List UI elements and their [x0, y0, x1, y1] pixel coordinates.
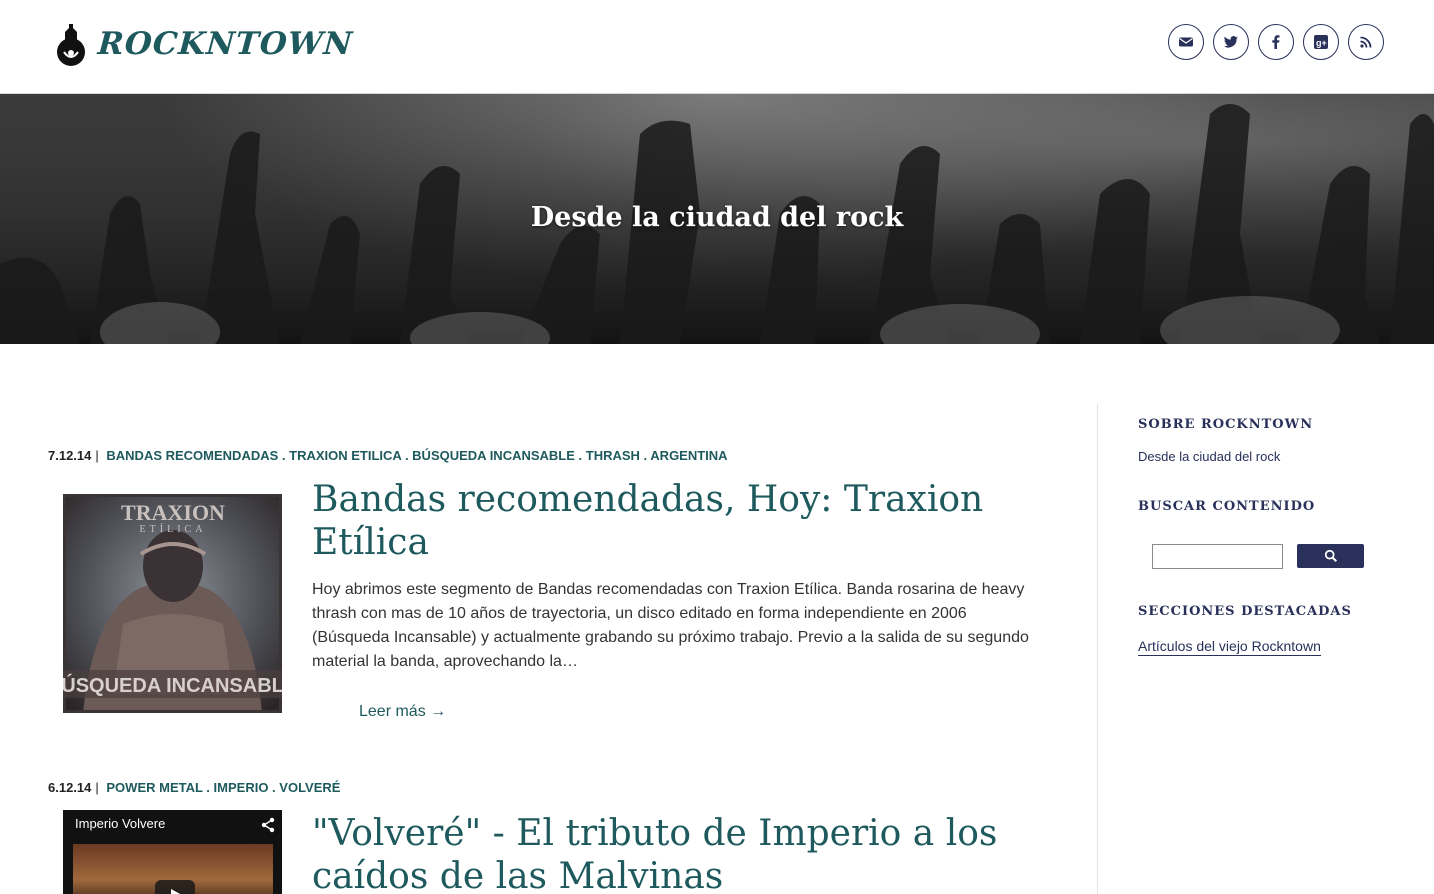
site-header: ROCKNTOWN g+: [0, 0, 1434, 94]
about-widget-title: SOBRE ROCKNTOWN: [1138, 417, 1314, 432]
play-icon[interactable]: [155, 880, 195, 894]
video-embed[interactable]: Imperio Volvere: [63, 810, 282, 894]
search-input[interactable]: [1152, 544, 1283, 569]
album-cover-image: TRAXION ETÍLICA BÚSQUEDA INCANSABLE: [63, 494, 282, 713]
share-icon[interactable]: [260, 817, 276, 833]
rss-icon: [1360, 36, 1372, 48]
mail-icon: [1179, 37, 1193, 47]
meta-separator: |: [95, 448, 99, 463]
album-subtitle-text: ETÍLICA: [140, 523, 207, 535]
post-date: 7.12.14: [48, 448, 92, 463]
about-widget-text: Desde la ciudad del rock: [1138, 449, 1281, 464]
search-icon: [1324, 549, 1337, 562]
facebook-link[interactable]: [1258, 24, 1294, 60]
album-bottom-text: BÚSQUEDA INCANSABLE: [63, 673, 282, 697]
video-title: Imperio Volvere: [75, 816, 166, 831]
tag-link[interactable]: IMPERIO: [214, 780, 269, 795]
tag-link[interactable]: TRAXION ETILICA: [289, 448, 401, 463]
album-title-text: TRAXION: [121, 500, 225, 525]
tag-link[interactable]: POWER METAL: [106, 780, 202, 795]
site-logo[interactable]: ROCKNTOWN: [52, 22, 355, 66]
post-date: 6.12.14: [48, 780, 92, 795]
social-links: g+: [1168, 24, 1384, 60]
search-widget-title: BUSCAR CONTENIDO: [1138, 499, 1316, 514]
post-excerpt: Hoy abrimos este segmento de Bandas reco…: [312, 581, 1029, 670]
tag-link[interactable]: ARGENTINA: [650, 448, 727, 463]
sidebar-divider: [1097, 404, 1098, 894]
post-title[interactable]: Bandas recomendadas, Hoy: Traxion Etílic…: [312, 478, 1032, 564]
post-thumbnail[interactable]: TRAXION ETÍLICA BÚSQUEDA INCANSABLE: [63, 494, 282, 713]
facebook-icon: [1272, 35, 1280, 49]
post-meta: 6.12.14 | POWER METAL . IMPERIO . VOLVERÉ: [48, 780, 341, 795]
twitter-link[interactable]: [1213, 24, 1249, 60]
post-item: 6.12.14 | POWER METAL . IMPERIO . VOLVERÉ…: [48, 780, 1048, 894]
tag-link[interactable]: BÚSQUEDA INCANSABLE: [412, 448, 575, 463]
featured-widget-title: SECCIONES DESTACADAS: [1138, 604, 1352, 619]
site-logo-text: ROCKNTOWN: [96, 26, 355, 62]
post-meta: 7.12.14 | BANDAS RECOMENDADAS . TRAXION E…: [48, 448, 728, 463]
tag-link[interactable]: THRASH: [586, 448, 640, 463]
google-plus-link[interactable]: g+: [1303, 24, 1339, 60]
svg-text:g+: g+: [1316, 38, 1327, 48]
post-item: 7.12.14 | BANDAS RECOMENDADAS . TRAXION E…: [48, 448, 1048, 738]
hero-title: Desde la ciudad del rock: [530, 202, 904, 233]
meta-separator: |: [95, 780, 99, 795]
twitter-icon: [1224, 36, 1238, 48]
search-button[interactable]: [1297, 544, 1364, 568]
post-title[interactable]: "Volveré" - El tributo de Imperio a los …: [312, 812, 1032, 894]
mail-link[interactable]: [1168, 24, 1204, 60]
guitar-hand-logo-icon: [57, 24, 85, 66]
featured-section-link[interactable]: Artículos del viejo Rockntown: [1138, 638, 1321, 656]
rss-link[interactable]: [1348, 24, 1384, 60]
tag-link[interactable]: BANDAS RECOMENDADAS: [106, 448, 278, 463]
hero-banner: Desde la ciudad del rock: [0, 94, 1434, 344]
read-more-link[interactable]: Leer más →: [359, 703, 446, 721]
google-plus-icon: g+: [1314, 35, 1328, 49]
tag-link[interactable]: VOLVERÉ: [279, 780, 340, 795]
